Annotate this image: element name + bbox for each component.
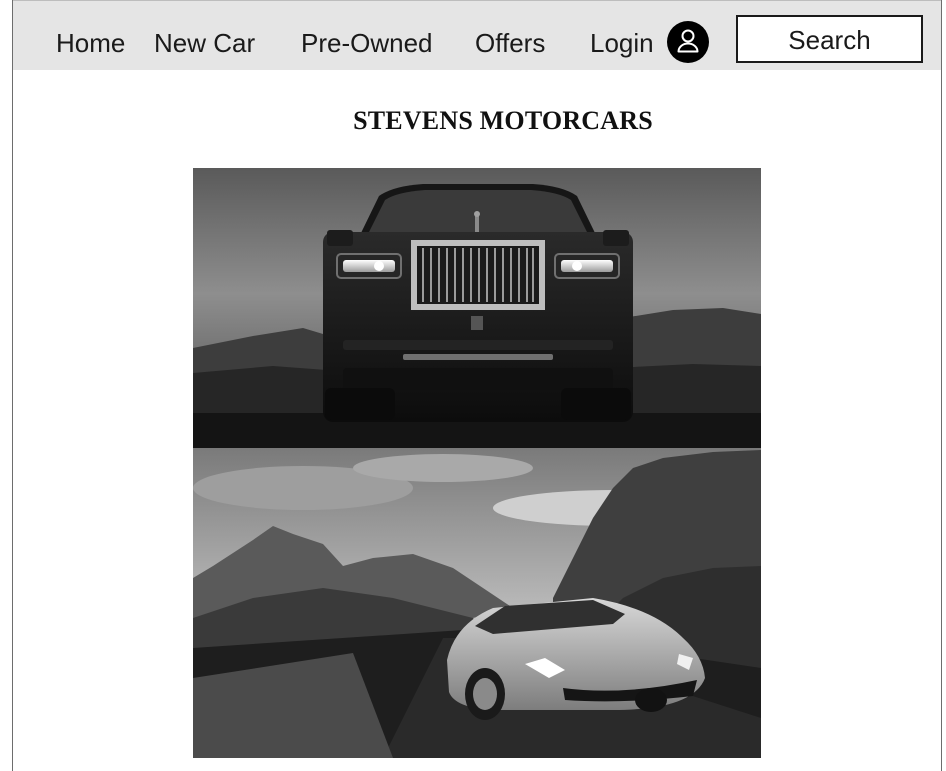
user-icon[interactable] <box>667 21 709 63</box>
nav-home-link[interactable]: Home <box>56 23 125 63</box>
page-title: STEVENS MOTORCARS <box>353 106 653 135</box>
nav-login-link[interactable]: Login <box>590 23 654 63</box>
hero-image-suv <box>193 168 761 448</box>
hero-image-sports-car <box>193 448 761 758</box>
search-button[interactable]: Search <box>736 15 923 63</box>
page-frame: Home New Car Pre-Owned Offers Login Sear… <box>12 0 942 771</box>
nav-new-car-link[interactable]: New Car <box>154 23 255 63</box>
nav-offers-link[interactable]: Offers <box>475 23 545 63</box>
top-navbar: Home New Car Pre-Owned Offers Login Sear… <box>13 0 941 70</box>
nav-pre-owned-link[interactable]: Pre-Owned <box>301 23 433 63</box>
